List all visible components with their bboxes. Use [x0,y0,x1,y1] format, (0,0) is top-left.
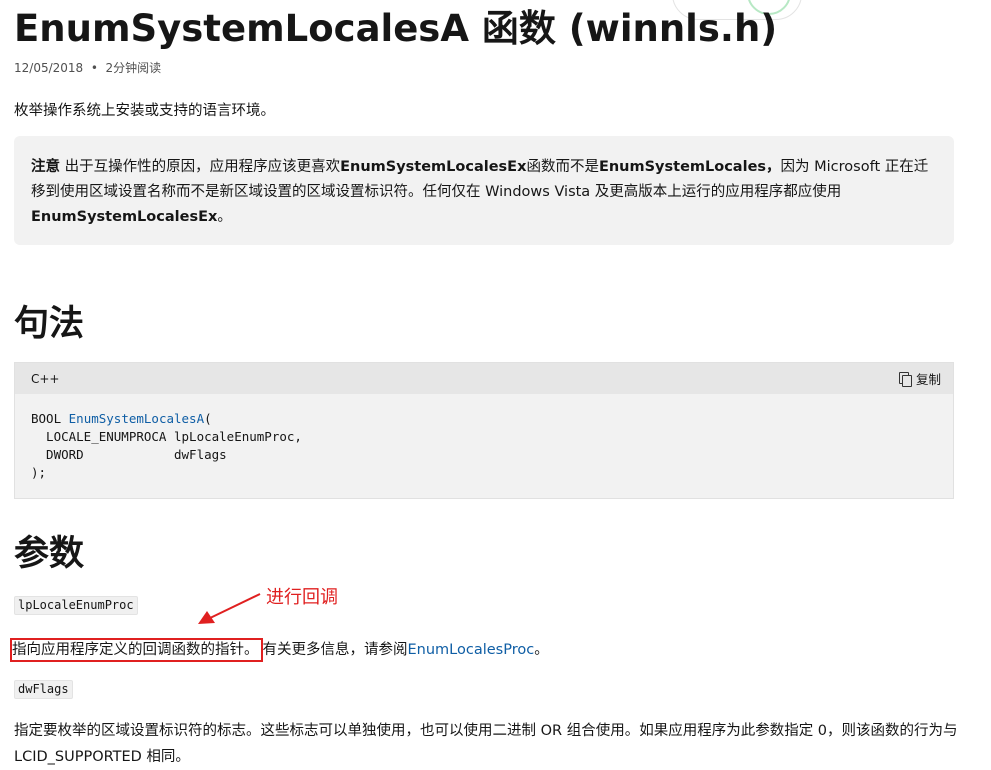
note-callout: 注意 出于互操作性的原因，应用程序应该更喜欢EnumSystemLocalesE… [14,136,954,245]
meta-separator: • [87,61,102,75]
publish-date: 12/05/2018 [14,61,84,75]
syntax-heading: 句法 [14,304,85,344]
annotation-label: 进行回调 [266,587,338,608]
enumlocalesproc-link[interactable]: EnumLocalesProc [408,642,535,658]
page-title: EnumSystemLocalesA 函数 (winnls.h) [14,7,778,50]
copy-button-label: 复制 [915,372,941,387]
copy-icon [898,371,912,387]
read-time: 2分钟阅读 [105,61,162,75]
param1-description: 指向应用程序定义的回调函数的指针。 有关更多信息，请参阅EnumLocalesPr… [10,638,549,662]
param2-description: 指定要枚举的区域设置标识符的标志。这些标志可以单独使用，也可以使用二进制 OR … [14,723,958,765]
code-language-label: C++ [31,372,60,386]
copy-button[interactable]: 复制 [898,369,941,388]
note-bold-enumsystemlocalesex-2: EnumSystemLocalesEx [31,209,218,225]
code-line-2: LOCALE_ENUMPROCA lpLocaleEnumProc, [31,429,302,444]
annotation-arrow-icon [198,593,261,624]
code-function-name: EnumSystemLocalesA [68,411,205,426]
code-line-1-suffix: ( [204,411,212,426]
param1-description-end: 。 [534,642,549,658]
code-content: BOOL EnumSystemLocalesA( LOCALE_ENUMPROC… [15,394,953,482]
param-name-dwflags: dwFlags [14,680,73,699]
parameters-heading: 参数 [14,534,85,574]
code-line-3: DWORD dwFlags [31,447,227,462]
syntax-code-block: C++ 复制 BOOL EnumSystemLocalesA( LOCALE_E… [14,362,954,499]
code-line-4: ); [31,465,47,480]
note-bold-enumsystemlocales: EnumSystemLocales， [598,159,781,175]
note-bold-enumsystemlocalesex: EnumSystemLocalesEx [340,159,527,175]
page-description: 枚举操作系统上安装或支持的语言环境。 [14,103,275,119]
note-text-2: 函数而不是 [526,159,599,175]
code-header: C++ 复制 [15,363,953,394]
note-label: 注意 [31,159,60,175]
param1-description-rest: 有关更多信息，请参阅 [262,642,408,658]
code-line-1-prefix: BOOL [31,411,69,426]
note-text-1: 出于互操作性的原因，应用程序应该更喜欢 [64,159,341,175]
article-metadata: 12/05/2018 • 2分钟阅读 [14,59,161,76]
param-name-lplocaleenumproc: lpLocaleEnumProc [14,596,138,615]
note-text-4: 。 [217,209,232,225]
highlighted-description: 指向应用程序定义的回调函数的指针。 [10,638,263,662]
